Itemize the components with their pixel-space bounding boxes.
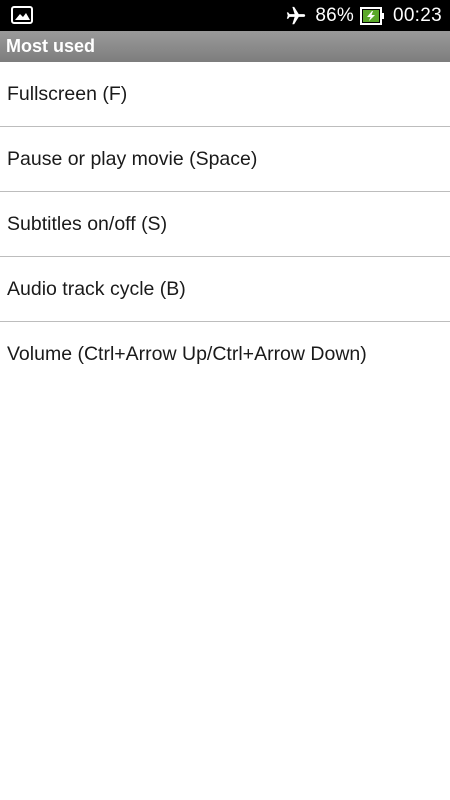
picture-notification-icon — [11, 6, 33, 24]
status-bar: 86% 00:23 — [0, 0, 450, 31]
list-item[interactable]: Subtitles on/off (S) — [0, 192, 450, 257]
shortcut-list: Fullscreen (F) Pause or play movie (Spac… — [0, 62, 450, 387]
battery-percent: 86% — [315, 4, 354, 26]
airplane-mode-icon — [287, 6, 306, 24]
section-header: Most used — [0, 31, 450, 62]
list-item[interactable]: Audio track cycle (B) — [0, 257, 450, 322]
list-item[interactable]: Fullscreen (F) — [0, 62, 450, 127]
battery-charging-icon — [359, 6, 384, 25]
status-indicators: 86% 00:23 — [285, 0, 442, 31]
clock: 00:23 — [392, 4, 442, 26]
list-item[interactable]: Pause or play movie (Space) — [0, 127, 450, 192]
list-item[interactable]: Volume (Ctrl+Arrow Up/Ctrl+Arrow Down) — [0, 322, 450, 387]
